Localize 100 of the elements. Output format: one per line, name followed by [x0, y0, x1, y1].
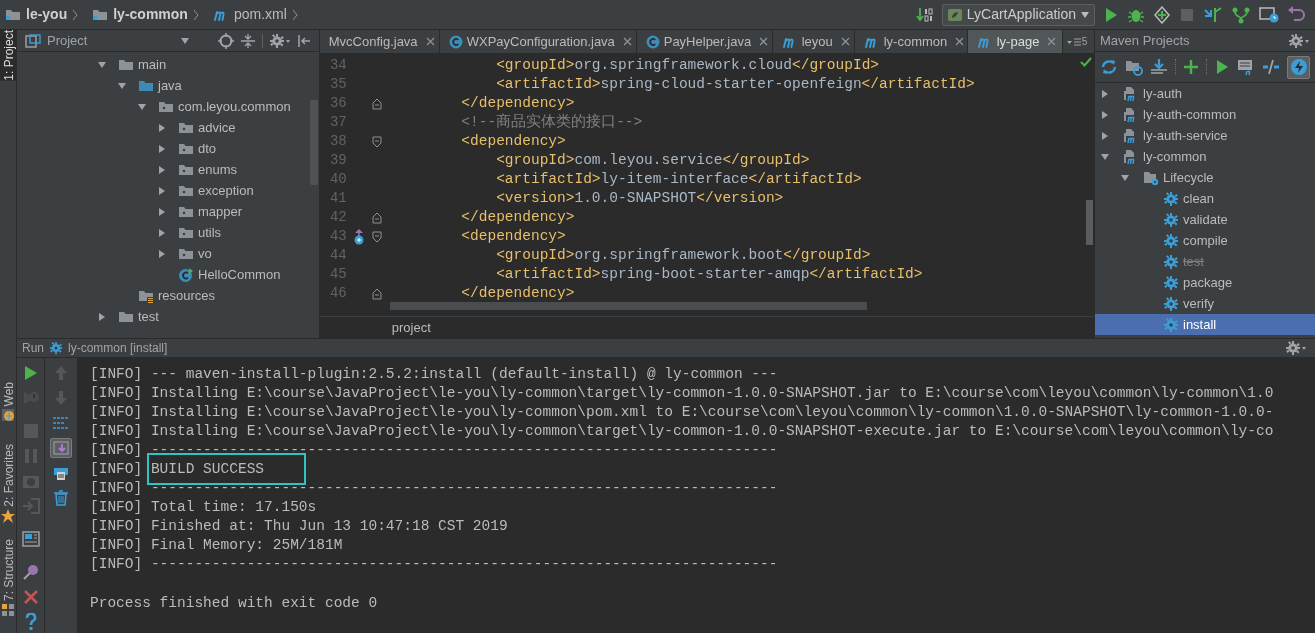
tool-window-tab[interactable]: 1: Project — [0, 30, 17, 81]
horizontal-scrollbar[interactable] — [389, 302, 867, 310]
run-icon[interactable] — [1103, 6, 1119, 23]
close-icon[interactable] — [622, 37, 632, 46]
expand-arrow-icon[interactable] — [157, 248, 167, 259]
expand-arrow-icon[interactable] — [157, 206, 167, 217]
trash-icon[interactable] — [53, 489, 69, 506]
run-configuration-dropdown[interactable]: LyCartApplication — [941, 3, 1095, 26]
tree-item[interactable]: exception — [198, 180, 254, 201]
help-icon[interactable] — [23, 612, 38, 631]
vertical-scrollbar[interactable] — [1085, 200, 1093, 245]
tree-item[interactable]: install — [1183, 314, 1217, 335]
tree-item[interactable]: mapper — [198, 201, 243, 222]
fold-icon[interactable] — [371, 230, 382, 243]
tree-item[interactable]: dto — [198, 138, 217, 159]
class-icon — [178, 266, 194, 283]
run-icon[interactable] — [1214, 59, 1230, 75]
tree-item[interactable]: resources — [158, 285, 216, 306]
tree-item[interactable]: package — [1183, 272, 1233, 293]
expand-arrow-icon[interactable] — [157, 143, 167, 154]
soft-wrap-icon[interactable] — [52, 414, 70, 431]
tree-item[interactable]: com.leyou.common — [178, 96, 291, 117]
collapse-arrow-icon[interactable] — [1120, 172, 1130, 183]
download-icon[interactable] — [1150, 58, 1168, 76]
close-icon[interactable] — [23, 589, 38, 604]
close-icon[interactable] — [425, 37, 435, 46]
locate-icon[interactable] — [217, 32, 234, 49]
coverage-icon[interactable] — [1153, 5, 1171, 24]
tree-item[interactable]: advice — [198, 117, 236, 138]
collapse-arrow-icon[interactable] — [117, 80, 127, 91]
settings-icon[interactable] — [1288, 32, 1310, 49]
caret-icon[interactable] — [179, 36, 190, 45]
expand-arrow-icon[interactable] — [1100, 130, 1110, 141]
tool-window-tab[interactable]: 7: Structure — [0, 539, 17, 602]
collapse-arrow-icon[interactable] — [1100, 151, 1110, 162]
expand-arrow-icon[interactable] — [157, 185, 167, 196]
vcs-update-project-icon[interactable] — [1203, 5, 1223, 24]
collapse-arrow-icon[interactable] — [97, 59, 107, 70]
undo-icon[interactable] — [1287, 5, 1307, 24]
collapse-all-icon[interactable] — [239, 32, 256, 49]
tree-item[interactable]: compile — [1183, 230, 1228, 251]
settings-icon[interactable] — [268, 32, 291, 49]
fold-icon[interactable] — [371, 211, 382, 224]
breadcrumb-item[interactable]: le-you — [26, 4, 68, 25]
scroll-to-end-toggle[interactable] — [50, 437, 72, 458]
plus-icon[interactable] — [1183, 59, 1199, 75]
tree-item[interactable]: ly-auth-common — [1143, 104, 1237, 125]
breadcrumb-item[interactable]: ly-common — [113, 4, 188, 25]
expand-arrow-icon[interactable] — [157, 227, 167, 238]
tree-item[interactable]: ly-auth — [1143, 83, 1183, 104]
close-icon[interactable] — [840, 37, 850, 46]
close-icon[interactable] — [1047, 37, 1057, 46]
settings-icon[interactable] — [1285, 340, 1307, 356]
tree-item[interactable]: main — [138, 54, 167, 75]
folder-refresh-icon[interactable] — [1125, 58, 1143, 76]
tree-item[interactable]: Lifecycle — [1163, 167, 1214, 188]
override-icon[interactable] — [352, 228, 365, 245]
scrollbar[interactable] — [310, 100, 318, 185]
tree-item[interactable]: enums — [198, 159, 238, 180]
history-icon[interactable] — [1259, 5, 1279, 24]
tree-item[interactable]: ly-auth-service — [1143, 125, 1228, 146]
close-icon[interactable] — [759, 37, 769, 46]
run-icon[interactable] — [22, 364, 39, 381]
line-number: 42 — [328, 208, 347, 227]
tree-item[interactable]: verify — [1183, 293, 1215, 314]
tree-item[interactable]: HelloCommon — [198, 264, 281, 285]
expand-arrow-icon[interactable] — [1100, 109, 1110, 120]
expand-arrow-icon[interactable] — [157, 122, 167, 133]
pin-icon[interactable] — [21, 562, 40, 581]
branch-icon[interactable] — [1231, 5, 1251, 24]
expand-arrow-icon[interactable] — [157, 164, 167, 175]
fold-icon[interactable] — [371, 97, 382, 110]
tool-window-tab[interactable]: 2: Favorites — [0, 444, 17, 507]
skip-tests-toggle[interactable] — [1287, 55, 1310, 79]
fold-icon[interactable] — [371, 287, 382, 300]
vcs-update-icon[interactable] — [915, 5, 934, 24]
console-line: [INFO] ------------------------------------------------------------------------ — [90, 442, 778, 458]
tree-item[interactable]: clean — [1183, 188, 1215, 209]
breadcrumb-item[interactable]: pom.xml — [233, 4, 287, 25]
run-tab[interactable]: ly-common [install] — [68, 339, 168, 357]
expand-arrow-icon[interactable] — [1100, 88, 1110, 99]
editor-tab[interactable]: ly-page — [967, 30, 1063, 53]
expand-arrow-icon[interactable] — [97, 311, 107, 322]
tree-item[interactable]: java — [158, 75, 182, 96]
layout-icon[interactable] — [21, 530, 40, 547]
tree-item[interactable]: ly-common — [1143, 146, 1207, 167]
refresh-icon[interactable] — [1100, 58, 1118, 76]
tree-item[interactable]: test — [138, 306, 159, 327]
tool-window-tab[interactable]: Web — [0, 382, 17, 407]
tab-list-icon[interactable] — [1066, 36, 1081, 47]
breadcrumb-item[interactable]: project — [391, 317, 431, 338]
toggle-offline-icon[interactable] — [1262, 58, 1280, 76]
hide-panel-icon[interactable] — [296, 32, 311, 49]
tree-item[interactable]: validate — [1183, 209, 1228, 230]
fold-icon[interactable] — [371, 135, 382, 148]
tree-item[interactable]: utils — [198, 222, 222, 243]
close-icon[interactable] — [955, 37, 965, 46]
tree-item[interactable]: vo — [198, 243, 212, 264]
run-goal-icon[interactable] — [1237, 58, 1255, 76]
collapse-arrow-icon[interactable] — [137, 101, 147, 112]
